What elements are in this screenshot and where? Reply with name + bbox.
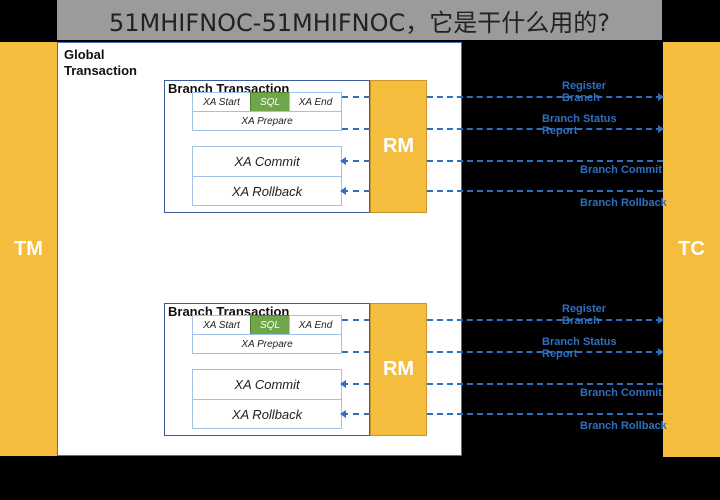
page-title: 51MHIFNOC-51MHIFNOC，它是干什么用的? (57, 0, 662, 40)
rm-block: RM (370, 303, 427, 436)
branch-commit-arrow (427, 383, 663, 385)
xa-commit-cell: XA Commit (192, 369, 342, 400)
register-branch-arrow (427, 93, 664, 101)
commit-arrow-head (340, 380, 370, 388)
branch-rollback-label: Branch Rollback (580, 197, 667, 209)
dashed-line (342, 319, 370, 321)
dashed-line (342, 351, 370, 353)
xa-commit-cell: XA Commit (192, 146, 342, 177)
xa-prepare-cell: XA Prepare (192, 334, 342, 354)
xa-rollback-cell: XA Rollback (192, 399, 342, 429)
xa-rollback-cell: XA Rollback (192, 176, 342, 206)
xa-end-cell: XA End (289, 315, 342, 335)
register-branch-label: Register Branch (562, 303, 607, 327)
xa-start-cell: XA Start (192, 92, 251, 112)
xa-end-cell: XA End (289, 92, 342, 112)
rm-block: RM (370, 80, 427, 213)
register-branch-label: Register Branch (562, 80, 607, 104)
tm-block: TM (0, 42, 57, 456)
sql-cell: SQL (250, 92, 290, 112)
dashed-line (342, 128, 370, 130)
branch-rollback-arrow (427, 413, 663, 415)
branch-rollback-label: Branch Rollback (580, 420, 667, 432)
global-transaction-label: Global Transaction (64, 47, 137, 78)
tc-block: TC (663, 42, 720, 457)
rollback-arrow-head (340, 410, 370, 418)
branch-status-label: Branch Status Report (542, 113, 617, 137)
branch-commit-label: Branch Commit (580, 387, 662, 399)
xa-prepare-cell: XA Prepare (192, 111, 342, 131)
sql-cell: SQL (250, 315, 290, 335)
commit-arrow-head (340, 157, 370, 165)
branch-commit-arrow (427, 160, 663, 162)
register-branch-arrow (427, 316, 664, 324)
branch-status-label: Branch Status Report (542, 336, 617, 360)
branch-rollback-arrow (427, 190, 663, 192)
rollback-arrow-head (340, 187, 370, 195)
branch-commit-label: Branch Commit (580, 164, 662, 176)
dashed-line (342, 96, 370, 98)
xa-start-cell: XA Start (192, 315, 251, 335)
